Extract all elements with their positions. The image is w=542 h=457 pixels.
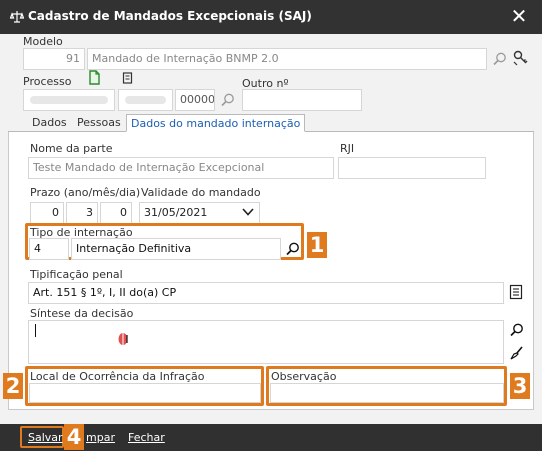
- validade-label: Validade do mandado: [141, 186, 261, 199]
- processo-number-suffix[interactable]: 00000: [175, 89, 215, 111]
- tipo-internacao-code-field[interactable]: 4: [29, 238, 69, 260]
- rji-field[interactable]: [338, 157, 486, 179]
- sintese-search-icon[interactable]: [509, 322, 525, 338]
- local-ocorrencia-label: Local de Ocorrência da Infração: [30, 370, 205, 383]
- chevron-down-icon[interactable]: [241, 206, 255, 218]
- prazo-ano-field[interactable]: 0: [30, 202, 64, 224]
- modelo-label: Modelo: [23, 35, 63, 48]
- fechar-button[interactable]: Fechar: [128, 431, 165, 444]
- processo-number-part1[interactable]: [23, 89, 115, 111]
- salvar-button[interactable]: Salvar: [28, 431, 63, 444]
- callout-badge-4: 4: [64, 424, 84, 450]
- title-bar: Cadastro de Mandados Excepcionais (SAJ) …: [0, 0, 542, 34]
- tipificacao-field[interactable]: Art. 151 § 1º, I, II do(a) CP: [28, 282, 504, 304]
- local-ocorrencia-field[interactable]: [29, 383, 261, 403]
- prazo-label: Prazo (ano/mês/dia): [30, 186, 141, 199]
- prazo-dia-field[interactable]: 0: [100, 202, 132, 224]
- callout-badge-1: 1: [307, 232, 327, 258]
- limpar-button[interactable]: mpar: [86, 431, 115, 444]
- observacao-label: Observação: [271, 370, 337, 383]
- text-cursor: [35, 324, 36, 337]
- tipo-internacao-field[interactable]: Internação Definitiva: [71, 238, 281, 260]
- close-icon[interactable]: ✕: [506, 4, 532, 30]
- outro-numero-field[interactable]: [242, 89, 362, 111]
- brush-clear-icon[interactable]: [509, 345, 525, 361]
- processo-number-part2[interactable]: [118, 89, 173, 111]
- list-document-icon[interactable]: [508, 284, 524, 300]
- scale-justice-icon: [10, 11, 24, 23]
- callout-badge-2: 2: [3, 373, 23, 399]
- spellcheck-marker-icon: [118, 333, 128, 345]
- sintese-textarea[interactable]: [28, 320, 504, 364]
- prazo-mes-field[interactable]: 3: [66, 202, 98, 224]
- processo-search-icon[interactable]: [220, 92, 236, 108]
- document-small-icon[interactable]: [122, 72, 133, 84]
- tipificacao-label: Tipificação penal: [30, 268, 123, 281]
- nome-parte-label: Nome da parte: [30, 142, 113, 155]
- tab-pessoas[interactable]: Pessoas: [73, 114, 125, 132]
- modelo-description-field[interactable]: Mandado de Internação BNMP 2.0: [87, 48, 487, 70]
- callout-badge-3: 3: [510, 373, 530, 399]
- green-document-icon[interactable]: [88, 70, 101, 85]
- tab-dados[interactable]: Dados: [28, 114, 71, 132]
- observacao-field[interactable]: [270, 383, 504, 403]
- tab-dados-mandado-internacao[interactable]: Dados do mandado internação: [126, 114, 306, 132]
- modelo-code-field[interactable]: 91: [23, 48, 85, 70]
- rji-label: RJI: [340, 142, 355, 155]
- key-settings-icon[interactable]: [512, 49, 530, 67]
- window-title: Cadastro de Mandados Excepcionais (SAJ): [28, 9, 312, 23]
- sintese-label: Síntese da decisão: [30, 307, 134, 320]
- modelo-search-icon[interactable]: [492, 51, 508, 67]
- nome-parte-field[interactable]: Teste Mandado de Internação Excepcional: [28, 157, 334, 179]
- processo-label: Processo: [23, 75, 72, 88]
- tipo-internacao-search-icon[interactable]: [285, 241, 301, 257]
